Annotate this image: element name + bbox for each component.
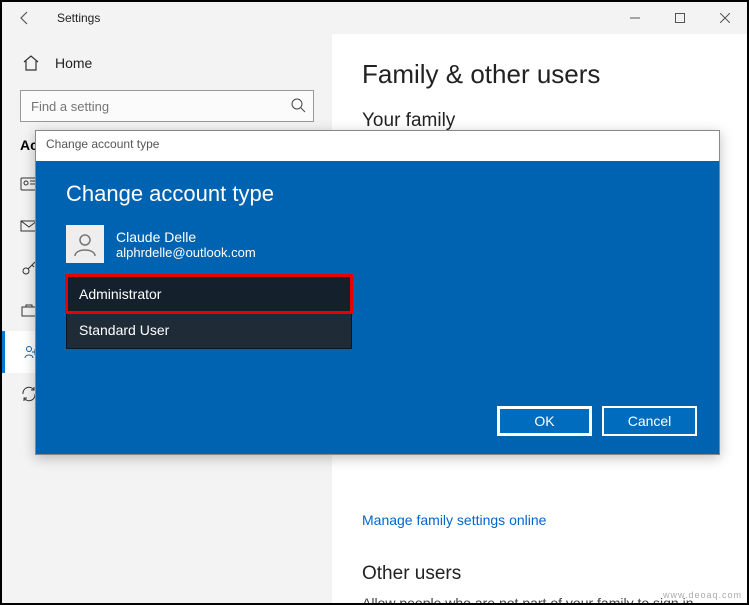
back-button[interactable] — [2, 2, 47, 34]
search-wrap — [20, 90, 314, 122]
dropdown-option-standard[interactable]: Standard User — [67, 312, 351, 348]
dialog-header: Change account type — [36, 131, 719, 161]
watermark: www.deoaq.com — [663, 590, 742, 600]
person-icon — [71, 230, 99, 258]
arrow-left-icon — [17, 10, 33, 26]
user-row: Claude Delle alphrdelle@outlook.com — [66, 225, 694, 263]
maximize-button[interactable] — [657, 2, 702, 34]
minimize-icon — [630, 13, 640, 23]
family-heading: Your family — [362, 110, 717, 132]
dropdown-option-admin[interactable]: Administrator — [67, 276, 351, 312]
home-nav[interactable]: Home — [2, 44, 332, 82]
close-icon — [720, 13, 730, 23]
other-users-heading: Other users — [362, 563, 717, 585]
dialog-title: Change account type — [66, 181, 694, 207]
window-controls — [612, 2, 747, 34]
ok-button[interactable]: OK — [497, 406, 592, 436]
search-input[interactable] — [20, 90, 314, 122]
page-title: Family & other users — [362, 59, 717, 90]
avatar — [66, 225, 104, 263]
window-title: Settings — [57, 11, 100, 25]
home-icon — [22, 54, 40, 72]
titlebar: Settings — [2, 2, 747, 34]
cancel-button[interactable]: Cancel — [602, 406, 697, 436]
close-button[interactable] — [702, 2, 747, 34]
change-account-type-dialog: Change account type Change account type … — [35, 130, 720, 455]
minimize-button[interactable] — [612, 2, 657, 34]
search-icon — [290, 97, 306, 113]
maximize-icon — [675, 13, 685, 23]
home-label: Home — [55, 55, 92, 71]
user-name: Claude Delle — [116, 229, 256, 245]
user-email: alphrdelle@outlook.com — [116, 245, 256, 260]
manage-family-link[interactable]: Manage family settings online — [362, 512, 717, 528]
account-type-dropdown[interactable]: Administrator Standard User — [66, 275, 352, 349]
